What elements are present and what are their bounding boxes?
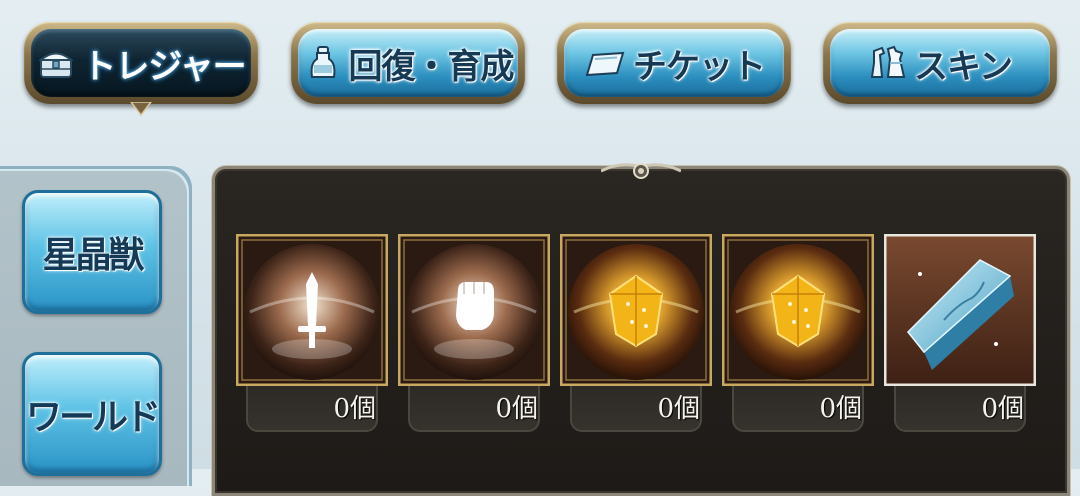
sidebar-item-primal-beast[interactable]: 星晶獣 xyxy=(22,190,162,314)
tab-treasure[interactable]: トレジャー xyxy=(24,22,258,116)
tab-content: チケット xyxy=(583,39,766,88)
panel-top-ornament xyxy=(601,163,681,179)
item-count: 0個 xyxy=(981,394,1024,424)
tab-skin[interactable]: スキン xyxy=(823,22,1057,104)
gold-crystal-orb-icon xyxy=(722,234,874,386)
tab-content: 回復・育成 xyxy=(303,39,515,88)
tab-content: スキン xyxy=(868,39,1013,88)
sidebar-item-label: 星晶獣 xyxy=(42,235,144,276)
tab-label: スキン xyxy=(914,46,1013,87)
fist-orb-icon xyxy=(398,234,550,386)
category-sidebar: 星晶獣 ワールド xyxy=(0,166,192,486)
tab-label: 回復・育成 xyxy=(348,46,515,87)
tab-label: トレジャー xyxy=(82,46,246,87)
gold-crystal-orb-icon xyxy=(560,234,712,386)
tab-label: チケット xyxy=(633,46,766,87)
tab-recovery[interactable]: 回復・育成 xyxy=(291,22,525,104)
item-count: 0個 xyxy=(333,394,376,424)
outfit-icon xyxy=(870,45,906,78)
sidebar-item-world[interactable]: ワールド xyxy=(22,352,162,476)
silver-ingot-icon xyxy=(884,234,1036,386)
potion-bottle-icon xyxy=(310,46,335,78)
tab-ticket[interactable]: チケット xyxy=(557,22,791,104)
item-count: 0個 xyxy=(819,394,862,424)
treasure-chest-icon xyxy=(38,52,75,78)
tab-content: トレジャー xyxy=(36,39,247,88)
sword-orb-icon xyxy=(236,234,388,386)
sidebar-item-label: ワールド xyxy=(25,397,161,438)
ticket-icon xyxy=(585,51,625,77)
active-tab-pointer xyxy=(130,102,152,116)
item-count: 0個 xyxy=(495,394,538,424)
item-count: 0個 xyxy=(657,394,700,424)
